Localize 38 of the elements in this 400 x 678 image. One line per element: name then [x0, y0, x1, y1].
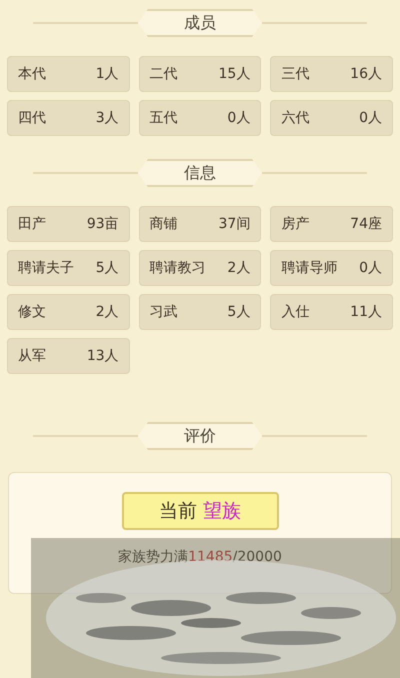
stat-label: 房产: [281, 214, 310, 234]
section-title: 信息: [138, 159, 262, 187]
stat-label: 聘请导师: [281, 258, 338, 278]
stat-value: 13人: [86, 346, 119, 366]
stat-label: 聘请夫子: [18, 258, 74, 278]
stat-value: 16人: [350, 64, 382, 84]
stat-label: 六代: [281, 108, 310, 128]
stat-value: 0人: [227, 108, 250, 128]
stat-value: 0人: [359, 258, 382, 278]
stat-label: 聘请教习: [150, 258, 206, 278]
stat-value: 15人: [218, 64, 250, 84]
stat-label: 二代: [150, 64, 178, 84]
stat-label: 商铺: [150, 214, 178, 234]
stat-label: 习武: [150, 302, 178, 322]
stat-value: 2人: [96, 302, 119, 322]
stat-label: 入仕: [281, 302, 310, 322]
stat-value: 37间: [218, 214, 250, 234]
stat-value: 2人: [227, 258, 250, 278]
stat-label: 四代: [18, 108, 46, 128]
rank-label: 当前: [159, 498, 197, 524]
power-progress-text: 家族势力满11485/20000: [118, 548, 282, 567]
stat-label: 五代: [150, 108, 178, 128]
stat-label: 修文: [18, 302, 46, 322]
stat-value: 11人: [350, 302, 382, 322]
stat-label: 从军: [18, 346, 46, 366]
rank-name: 望族: [203, 498, 241, 524]
stat-value: 1人: [96, 64, 119, 84]
section-title: 评价: [138, 422, 262, 450]
stat-label: 田产: [18, 214, 46, 234]
stat-label: 三代: [281, 64, 310, 84]
stat-value: 93亩: [86, 214, 119, 234]
stat-value: 0人: [359, 108, 382, 128]
stat-value: 74座: [350, 214, 382, 234]
section-title: 成员: [138, 9, 262, 37]
stat-label: 本代: [18, 64, 46, 84]
stat-value: 5人: [227, 302, 250, 322]
stat-value: 3人: [96, 108, 119, 128]
stat-value: 5人: [96, 258, 119, 278]
